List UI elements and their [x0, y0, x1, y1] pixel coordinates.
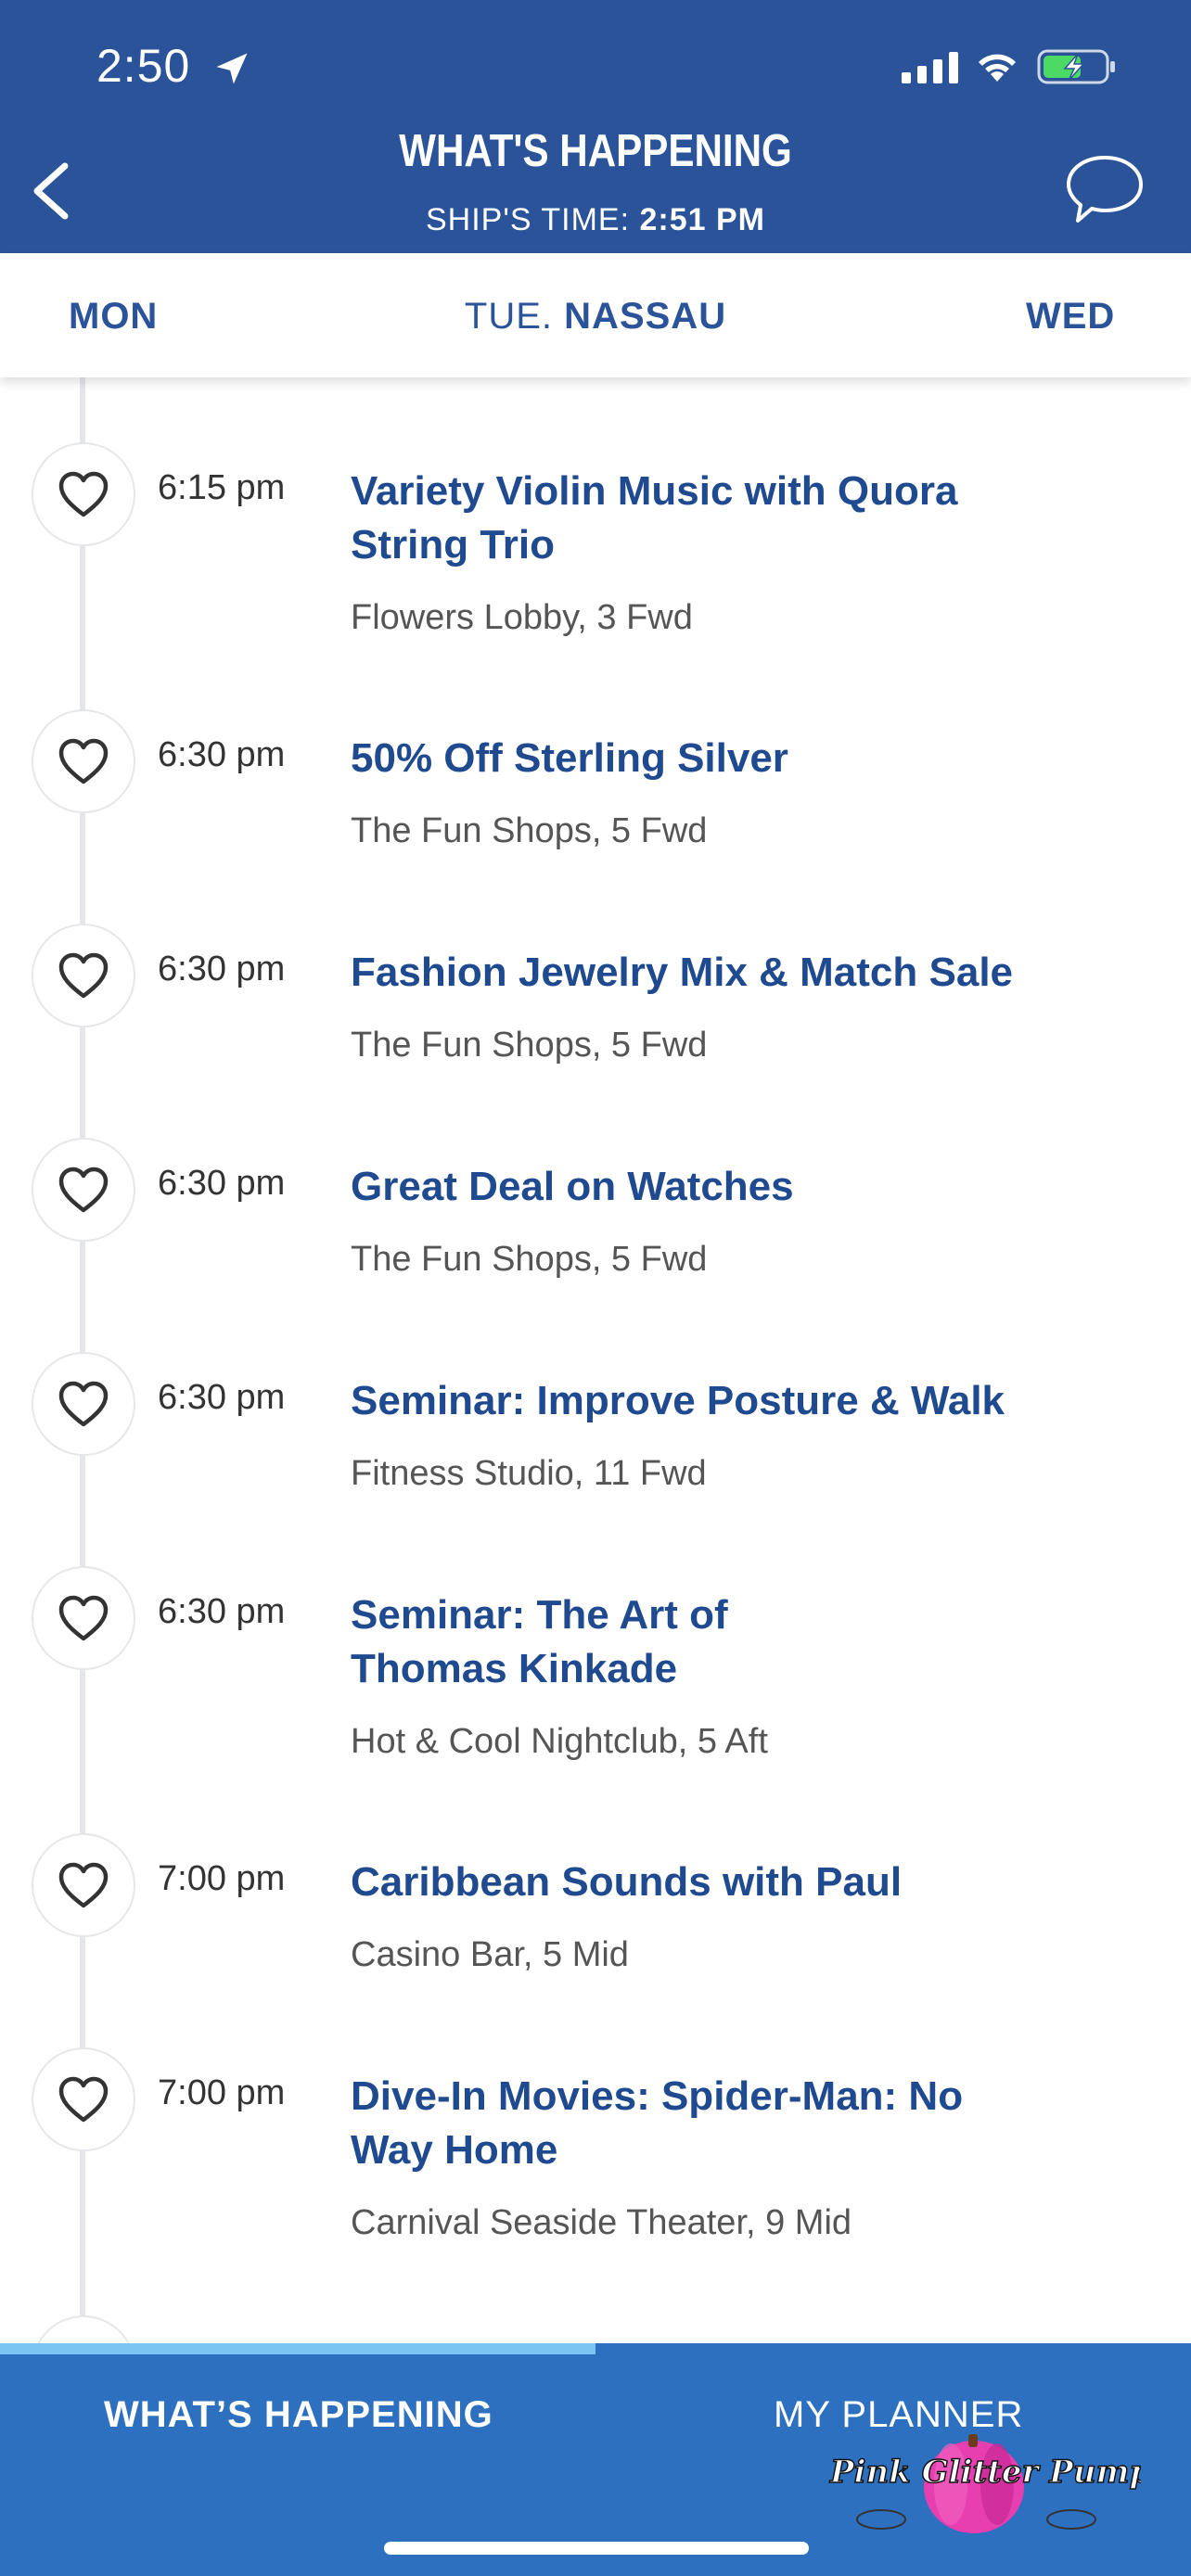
favorite-button[interactable]	[32, 1138, 135, 1242]
ship-time-label: SHIP'S TIME:	[426, 202, 631, 237]
favorite-button[interactable]	[32, 1833, 135, 1937]
event-location: Fitness Studio, 11 Fwd	[351, 1454, 707, 1493]
event-title-line: String Trio	[351, 522, 555, 567]
event-title-line: Caribbean Sounds with Paul	[351, 1859, 903, 1905]
heart-outline-icon	[58, 1381, 109, 1427]
event-location: Casino Bar, 5 Mid	[351, 1935, 629, 1974]
status-bar-time: 2:50	[96, 40, 191, 92]
event-title[interactable]: Seminar: The Art of Thomas Kinkade	[351, 1588, 1121, 1696]
location-arrow-icon	[216, 53, 248, 84]
event-time: 7:00 pm	[158, 1859, 286, 1898]
event-title-line: Variety Violin Music with Quora	[351, 468, 958, 514]
event-location: Flowers Lobby, 3 Fwd	[351, 598, 693, 637]
event-title-line: Great Deal on Watches	[351, 1164, 794, 1209]
page-title: WHAT'S HAPPENING	[399, 126, 792, 176]
favorite-button[interactable]	[32, 442, 135, 546]
favorite-button[interactable]	[32, 1352, 135, 1456]
event-title-line: Dive-In Movies: Spider-Man: No	[351, 2073, 964, 2119]
ship-time-value: 2:51 PM	[639, 202, 765, 237]
heart-outline-icon	[58, 1167, 109, 1213]
day-current-label: TUE.	[464, 296, 554, 337]
day-navigation: MON TUE. NASSAU WED	[0, 253, 1191, 377]
event-title-line: Thomas Kinkade	[351, 1646, 678, 1691]
event-title[interactable]: Fashion Jewelry Mix & Match Sale	[351, 946, 1121, 1000]
event-location: Hot & Cool Nightclub, 5 Aft	[351, 1722, 768, 1761]
event-time: 6:30 pm	[158, 950, 286, 988]
event-location: The Fun Shops, 5 Fwd	[351, 811, 708, 850]
day-current: TUE. NASSAU	[0, 296, 1191, 338]
day-current-port: NASSAU	[564, 296, 727, 337]
favorite-button[interactable]	[32, 709, 135, 813]
event-time: 7:00 pm	[158, 2073, 286, 2112]
event-location: Carnival Seaside Theater, 9 Mid	[351, 2203, 852, 2242]
svg-text:Pink Glitter Pumpkins: Pink Glitter Pumpkins	[829, 2454, 1141, 2491]
wifi-icon	[979, 54, 1016, 82]
event-title-line: Seminar: Improve Posture & Walk	[351, 1378, 1005, 1423]
event-title[interactable]: Dive-In Movies: Spider-Man: No Way Home	[351, 2070, 1121, 2177]
heart-outline-icon	[58, 1862, 109, 1908]
active-tab-indicator	[0, 2343, 596, 2354]
pink-glitter-pumpkins-watermark: Pink Glitter Pumpkins	[828, 2434, 1141, 2533]
event-location: The Fun Shops, 5 Fwd	[351, 1240, 708, 1279]
heart-outline-icon	[58, 952, 109, 999]
home-indicator	[384, 2542, 809, 2555]
bottom-tab-bar: WHAT’S HAPPENING MY PLANNER Pink Glitter…	[0, 2343, 1191, 2576]
event-title[interactable]: 50% Off Sterling Silver	[351, 732, 1121, 785]
heart-outline-icon	[58, 738, 109, 784]
ship-time: SHIP'S TIME: 2:51 PM	[0, 202, 1191, 238]
event-title-line: Fashion Jewelry Mix & Match Sale	[351, 950, 1014, 995]
favorite-button[interactable]	[32, 2315, 135, 2343]
chat-bubble-icon[interactable]	[1065, 152, 1145, 226]
favorite-button[interactable]	[32, 1566, 135, 1670]
heart-outline-icon	[58, 2076, 109, 2123]
event-title[interactable]: Variety Violin Music with Quora String T…	[351, 465, 1121, 572]
event-title[interactable]: Great Deal on Watches	[351, 1160, 1121, 1214]
event-time: 6:30 pm	[158, 735, 286, 774]
heart-outline-icon	[58, 471, 109, 517]
event-list[interactable]: 6:15 pm Variety Violin Music with Quora …	[0, 377, 1191, 2343]
favorite-button[interactable]	[32, 924, 135, 1027]
favorite-button[interactable]	[32, 2047, 135, 2151]
event-time: 6:30 pm	[158, 1164, 286, 1203]
event-time: 6:30 pm	[158, 1378, 286, 1417]
cellular-signal-icon	[902, 52, 958, 83]
event-title-line: Seminar: The Art of	[351, 1592, 728, 1638]
app-header: 2:50 WHAT'S HAPPENING SHIP'S TIME: 2:51 …	[0, 0, 1191, 253]
event-time: 6:15 pm	[158, 468, 286, 507]
event-location: The Fun Shops, 5 Fwd	[351, 1026, 708, 1065]
event-time: 6:30 pm	[158, 1592, 286, 1631]
event-title[interactable]: Seminar: Improve Posture & Walk	[351, 1374, 1121, 1428]
heart-outline-icon	[58, 1595, 109, 1641]
day-next-wed[interactable]: WED	[1026, 296, 1115, 338]
battery-charging-icon	[1037, 49, 1115, 84]
event-title[interactable]: Caribbean Sounds with Paul	[351, 1855, 1121, 1909]
event-title-line: Way Home	[351, 2127, 558, 2173]
event-title-line: 50% Off Sterling Silver	[351, 735, 788, 781]
tab-whats-happening[interactable]: WHAT’S HAPPENING	[104, 2394, 493, 2436]
